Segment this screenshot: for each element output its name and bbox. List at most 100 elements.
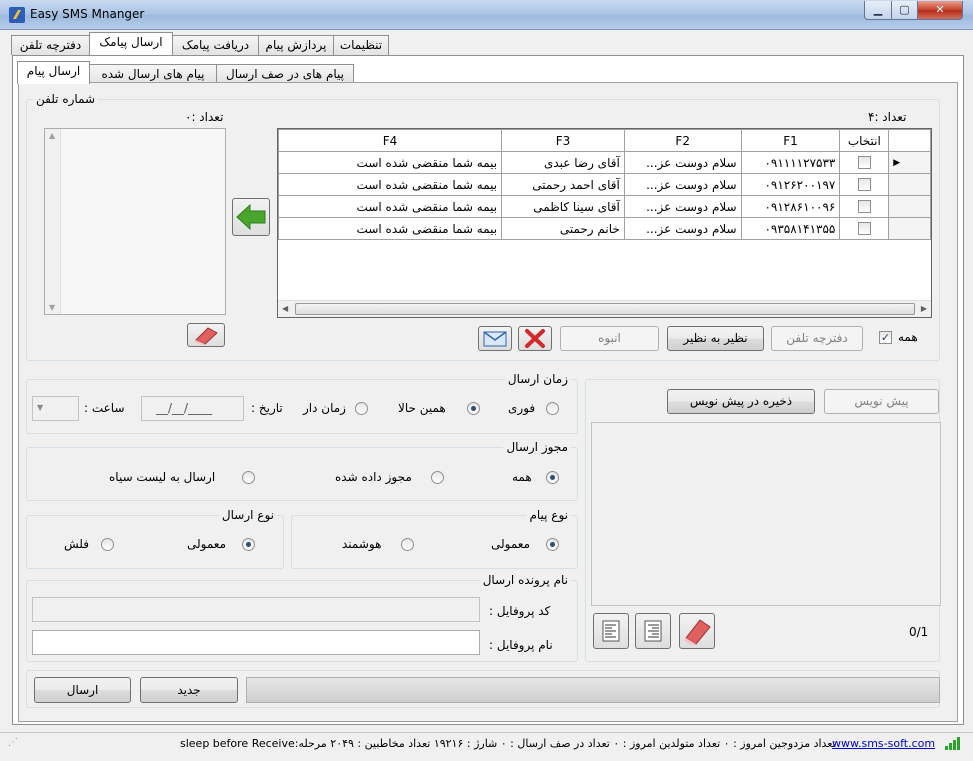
grid-cell[interactable]: بیمه شما منقضی شده است — [278, 151, 503, 174]
row-checkbox[interactable] — [858, 178, 872, 191]
minimize-button[interactable]: ▁ — [864, 1, 892, 20]
scroll-up-icon[interactable]: ▲ — [49, 131, 55, 140]
tab-settings[interactable]: تنظیمات — [333, 35, 389, 55]
grid-cell[interactable]: بیمه شما منقضی شده است — [278, 217, 503, 240]
date-input[interactable]: __/__/____ — [141, 396, 244, 421]
grid-horizontal-scrollbar[interactable]: ◀ ▶ — [278, 300, 931, 317]
grid-cell[interactable]: سلام دوست عز... — [623, 151, 742, 174]
tab-receive-sms[interactable]: دریافت پیامک — [172, 35, 259, 55]
grid-header-select[interactable]: انتخاب — [839, 129, 890, 152]
clear-message-button[interactable] — [679, 613, 715, 649]
grid-cell-select[interactable] — [839, 173, 890, 196]
permission-all-radio[interactable] — [546, 471, 559, 484]
scroll-down-icon[interactable]: ▼ — [49, 303, 55, 312]
message-type-smart-radio[interactable] — [401, 538, 414, 551]
align-right-icon — [644, 620, 662, 642]
date-mask: __/__/____ — [156, 401, 213, 415]
row-checkbox[interactable] — [858, 222, 872, 235]
grid-header-f3[interactable]: F3 — [501, 129, 625, 152]
send-time-scheduled-radio[interactable] — [355, 402, 368, 415]
tab-queued-messages[interactable]: پیام های در صف ارسال — [216, 64, 354, 84]
tab-process-message[interactable]: پردازش پیام — [258, 35, 334, 55]
window-title: Easy SMS Mnanger — [30, 7, 145, 21]
bulk-button[interactable]: انبوه — [560, 326, 659, 351]
time-select[interactable]: ▼ — [32, 396, 79, 421]
list-scrollbar[interactable]: ▲ ▼ — [45, 129, 61, 314]
grid-cell[interactable]: آقای رضا عبدی — [501, 151, 625, 174]
select-all-checkbox[interactable]: ✓ — [879, 331, 892, 344]
profile-title: نام پرونده ارسال — [479, 573, 571, 587]
profile-code-input[interactable] — [32, 597, 480, 622]
profile-code-label: کد پروفایل : — [489, 604, 551, 618]
tab-send-message[interactable]: ارسال پیام — [17, 61, 90, 84]
tab-send-sms[interactable]: ارسال پیامک — [89, 32, 173, 55]
grid-cell[interactable]: ۰۹۱۲۸۶۱۰۰۹۶ — [740, 195, 841, 218]
grid-cell-select[interactable] — [839, 217, 890, 240]
send-time-instant-label: فوری — [508, 401, 536, 415]
move-left-button[interactable] — [232, 198, 270, 236]
peer-to-peer-button[interactable]: نظیر به نظیر — [667, 326, 764, 351]
tab-phonebook[interactable]: دفترچه تلفن — [11, 35, 90, 55]
grid-header-f4[interactable]: F4 — [278, 129, 503, 152]
send-time-instant-radio[interactable] — [546, 402, 559, 415]
grid-cell[interactable]: ۰۹۱۲۶۲۰۰۱۹۷ — [740, 173, 841, 196]
send-button[interactable]: ارسال — [34, 677, 131, 703]
scroll-left-icon[interactable]: ◀ — [282, 304, 288, 313]
save-draft-button[interactable]: ذخیره در پیش نویس — [667, 389, 815, 414]
message-type-normal-label: معمولی — [491, 537, 531, 551]
grid-cell[interactable]: بیمه شما منقضی شده است — [278, 173, 503, 196]
grid-cell[interactable]: آقای سینا کاظمی — [501, 195, 625, 218]
message-type-smart-label: هوشمند — [342, 537, 382, 551]
row-checkbox[interactable] — [858, 200, 872, 213]
selected-numbers-list[interactable]: ▲ ▼ — [44, 128, 226, 315]
grid-cell[interactable]: سلام دوست عز... — [623, 217, 742, 240]
grid-cell[interactable]: ۰۹۱۱۱۱۲۷۵۳۳ — [740, 151, 841, 174]
maximize-button[interactable]: ▢ — [891, 1, 918, 20]
status-text: تعداد مزدوجین امروز : ۰ تعداد متولدین ام… — [180, 737, 836, 750]
permission-granted-label: مجوز داده شده — [335, 470, 412, 484]
align-left-button[interactable] — [593, 613, 629, 649]
tab-sent-messages[interactable]: پیام های ارسال شده — [89, 64, 217, 84]
drafts-button[interactable]: پیش نویس — [824, 389, 939, 414]
time-label: ساعت : — [84, 401, 125, 415]
current-row-indicator: ▶ — [888, 151, 931, 174]
grid-cell-select[interactable] — [839, 151, 890, 174]
website-link[interactable]: www.sms-soft.com — [832, 737, 935, 750]
grid-cell[interactable]: خانم رحمتی — [501, 217, 625, 240]
grid-cell[interactable]: آقای احمد رحمتی — [501, 173, 625, 196]
progress-bar — [246, 677, 940, 703]
resize-grip-icon[interactable]: ⋰ — [8, 737, 18, 748]
send-type-flash-radio[interactable] — [101, 538, 114, 551]
delete-button[interactable] — [518, 326, 552, 351]
permission-granted-radio[interactable] — [431, 471, 444, 484]
grid-header-f2[interactable]: F2 — [623, 129, 742, 152]
message-type-normal-radio[interactable] — [546, 538, 559, 551]
permission-blacklist-radio[interactable] — [242, 471, 255, 484]
message-textarea[interactable] — [591, 422, 941, 606]
new-button[interactable]: جدید — [140, 677, 238, 703]
grid-cell[interactable]: بیمه شما منقضی شده است — [278, 195, 503, 218]
table-row[interactable]: بیمه شما منقضی شده است آقای احمد رحمتی س… — [278, 173, 931, 196]
close-button[interactable]: ✕ — [917, 1, 963, 20]
grid-cell[interactable]: ۰۹۳۵۸۱۴۱۳۵۵ — [740, 217, 841, 240]
send-mail-button[interactable] — [478, 326, 512, 351]
eraser-icon — [684, 619, 711, 645]
row-checkbox[interactable] — [858, 156, 872, 169]
grid-cell[interactable]: سلام دوست عز... — [623, 173, 742, 196]
table-row[interactable]: بیمه شما منقضی شده است آقای سینا کاظمی س… — [278, 195, 931, 218]
table-row[interactable]: بیمه شما منقضی شده است خانم رحمتی سلام د… — [278, 217, 931, 240]
grid-header-f1[interactable]: F1 — [740, 129, 841, 152]
send-type-normal-radio[interactable] — [242, 538, 255, 551]
align-right-button[interactable] — [635, 613, 671, 649]
scroll-right-icon[interactable]: ▶ — [921, 304, 927, 313]
grid-cell-select[interactable] — [839, 195, 890, 218]
send-time-now-radio[interactable] — [467, 402, 480, 415]
scroll-thumb[interactable] — [295, 303, 915, 315]
clear-list-button[interactable] — [187, 323, 225, 347]
phonebook-button[interactable]: دفترچه تلفن — [771, 326, 863, 351]
contacts-grid[interactable]: F4 F3 F2 F1 انتخاب بیمه شما منقضی شده اس… — [277, 128, 932, 318]
profile-name-input[interactable] — [32, 630, 480, 655]
envelope-icon — [483, 331, 507, 347]
grid-cell[interactable]: سلام دوست عز... — [623, 195, 742, 218]
table-row[interactable]: بیمه شما منقضی شده است آقای رضا عبدی سلا… — [278, 151, 931, 174]
